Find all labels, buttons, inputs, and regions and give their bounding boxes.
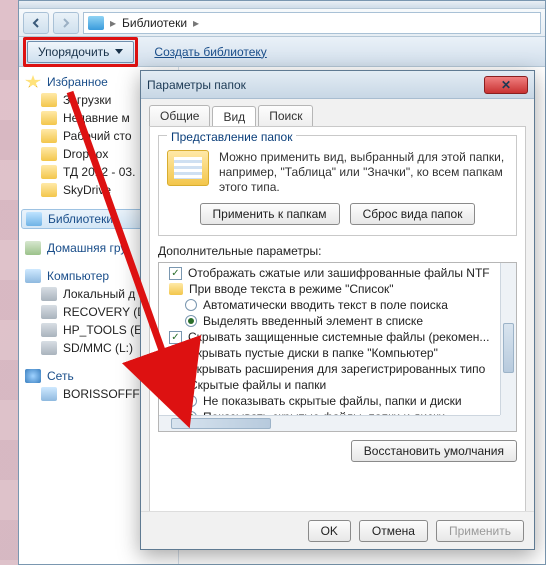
tree-row-hide-protected[interactable]: ✓Скрывать защищенные системные файлы (ре… xyxy=(163,329,512,345)
tree-row-select-typed[interactable]: Выделять введенный элемент в списке xyxy=(163,313,512,329)
radio-icon[interactable] xyxy=(185,315,197,327)
ok-button[interactable]: OK xyxy=(308,520,351,542)
checkbox-icon[interactable]: ✓ xyxy=(169,267,182,280)
folder-icon xyxy=(169,379,183,391)
drive-icon xyxy=(41,323,57,337)
tree-row-dont-show-hidden[interactable]: Не показывать скрытые файлы, папки и дис… xyxy=(163,393,512,409)
organize-button[interactable]: Упорядочить xyxy=(27,41,134,63)
close-icon: ✕ xyxy=(501,78,511,92)
dialog-body: Представление папок Можно применить вид,… xyxy=(149,126,526,524)
window-titlebar[interactable] xyxy=(19,1,545,9)
tree-row-hide-ext[interactable]: Скрывать расширения для зарегистрированн… xyxy=(163,361,512,377)
tree-row-hide-empty[interactable]: ✓Скрывать пустые диски в папке "Компьюте… xyxy=(163,345,512,361)
advanced-label: Дополнительные параметры: xyxy=(158,244,517,258)
chevron-right-icon[interactable]: ▸ xyxy=(193,16,199,30)
tree-row-typing[interactable]: При вводе текста в режиме "Список" xyxy=(163,281,512,297)
command-bar: Упорядочить Создать библиотеку xyxy=(19,37,545,67)
breadcrumb-location[interactable]: Библиотеки xyxy=(122,16,187,30)
chevron-right-icon[interactable]: ▸ xyxy=(110,16,116,30)
folder-icon xyxy=(41,111,57,125)
scroll-corner xyxy=(500,415,516,431)
horizontal-scrollbar[interactable] xyxy=(159,415,500,431)
dialog-footer: OK Отмена Применить xyxy=(141,511,534,549)
tab-strip: Общие Вид Поиск xyxy=(141,99,534,126)
folder-icon xyxy=(169,283,183,295)
close-button[interactable]: ✕ xyxy=(484,76,528,94)
nav-back-button[interactable] xyxy=(23,12,49,34)
folder-preview-icon xyxy=(167,150,209,186)
folder-icon xyxy=(41,93,57,107)
drive-icon xyxy=(41,287,57,301)
group-description: Можно применить вид, выбранный для этой … xyxy=(219,150,508,195)
apply-to-folders-button[interactable]: Применить к папкам xyxy=(200,203,340,225)
folder-icon xyxy=(41,183,57,197)
star-icon xyxy=(25,75,41,89)
folder-icon xyxy=(41,165,57,179)
drive-icon xyxy=(41,305,57,319)
group-title: Представление папок xyxy=(167,130,296,144)
chevron-down-icon xyxy=(115,49,123,54)
homegroup-icon xyxy=(25,241,41,255)
libraries-icon xyxy=(88,16,104,30)
folder-view-group: Представление папок Можно применить вид,… xyxy=(158,135,517,236)
organize-label: Упорядочить xyxy=(38,45,109,59)
checkbox-icon[interactable]: ✓ xyxy=(169,347,182,360)
radio-icon[interactable] xyxy=(185,395,197,407)
network-icon xyxy=(25,369,41,383)
apply-button[interactable]: Применить xyxy=(436,520,524,542)
address-bar: ▸ Библиотеки ▸ xyxy=(19,9,545,37)
restore-defaults-button[interactable]: Восстановить умолчания xyxy=(351,440,517,462)
tab-general[interactable]: Общие xyxy=(149,105,210,126)
tree-row-encrypted[interactable]: ✓Отображать сжатые или зашифрованные фай… xyxy=(163,265,512,281)
highlight-box: Упорядочить xyxy=(23,37,138,67)
scroll-thumb[interactable] xyxy=(503,323,514,373)
libraries-icon xyxy=(26,212,42,226)
folder-options-dialog: Параметры папок ✕ Общие Вид Поиск Предст… xyxy=(140,70,535,550)
scroll-thumb[interactable] xyxy=(171,418,271,429)
breadcrumb[interactable]: ▸ Библиотеки ▸ xyxy=(83,12,541,34)
tab-search[interactable]: Поиск xyxy=(258,105,313,126)
tree-row-auto-type[interactable]: Автоматически вводить текст в поле поиск… xyxy=(163,297,512,313)
checkbox-icon[interactable] xyxy=(169,363,182,376)
vertical-scrollbar[interactable] xyxy=(500,263,516,415)
reset-folders-button[interactable]: Сброс вида папок xyxy=(350,203,476,225)
create-library-link[interactable]: Создать библиотеку xyxy=(154,45,266,59)
tab-view[interactable]: Вид xyxy=(212,106,256,127)
folder-icon xyxy=(41,129,57,143)
drive-icon xyxy=(41,341,57,355)
dialog-title: Параметры папок xyxy=(147,78,246,92)
nav-forward-button[interactable] xyxy=(53,12,79,34)
computer-icon xyxy=(41,387,57,401)
tree-row-hidden-group[interactable]: Скрытые файлы и папки xyxy=(163,377,512,393)
computer-icon xyxy=(25,269,41,283)
folder-icon xyxy=(41,147,57,161)
dialog-titlebar[interactable]: Параметры папок ✕ xyxy=(141,71,534,99)
advanced-settings-tree[interactable]: ✓Отображать сжатые или зашифрованные фай… xyxy=(158,262,517,432)
checkbox-icon[interactable]: ✓ xyxy=(169,331,182,344)
radio-icon[interactable] xyxy=(185,299,197,311)
desktop-blur xyxy=(0,0,18,565)
cancel-button[interactable]: Отмена xyxy=(359,520,428,542)
